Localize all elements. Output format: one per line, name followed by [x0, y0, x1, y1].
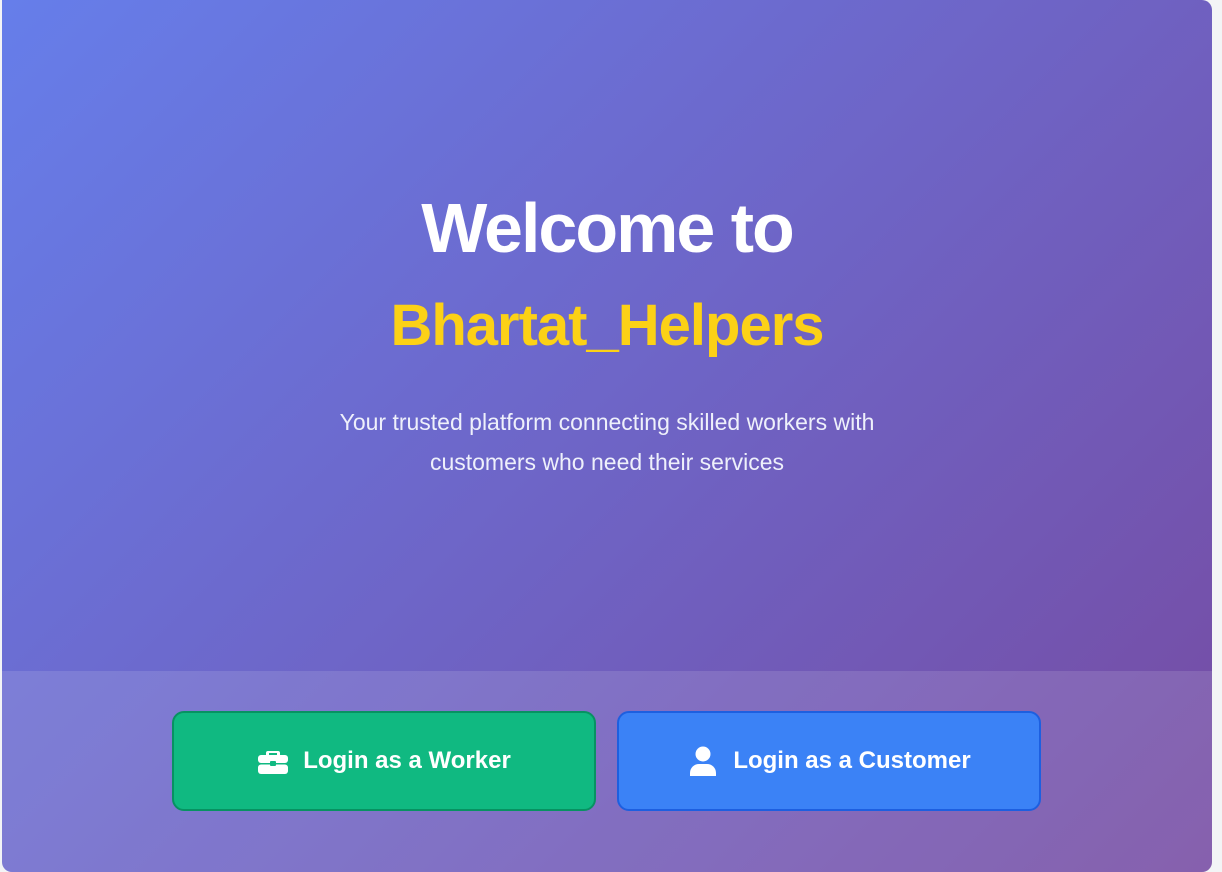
login-customer-label: Login as a Customer [733, 747, 971, 774]
briefcase-icon [257, 745, 289, 777]
login-worker-label: Login as a Worker [303, 747, 511, 774]
tagline: Your trusted platform connecting skilled… [267, 402, 947, 482]
tagline-line-1: Your trusted platform connecting skilled… [339, 409, 875, 435]
welcome-heading: Welcome to [421, 189, 795, 267]
brand-name: Bhartat_Helpers [390, 293, 824, 358]
login-customer-button[interactable]: Login as a Customer [617, 711, 1041, 811]
tagline-line-2: customers who need their services [429, 449, 785, 475]
login-worker-button[interactable]: Login as a Worker [172, 711, 596, 811]
user-icon [687, 745, 719, 777]
landing-page: Welcome to Bhartat_Helpers Your trusted … [2, 0, 1212, 872]
hero-section: Welcome to Bhartat_Helpers Your trusted … [2, 0, 1212, 671]
login-actions-bar: Login as a Worker Login as a Customer [2, 671, 1212, 872]
